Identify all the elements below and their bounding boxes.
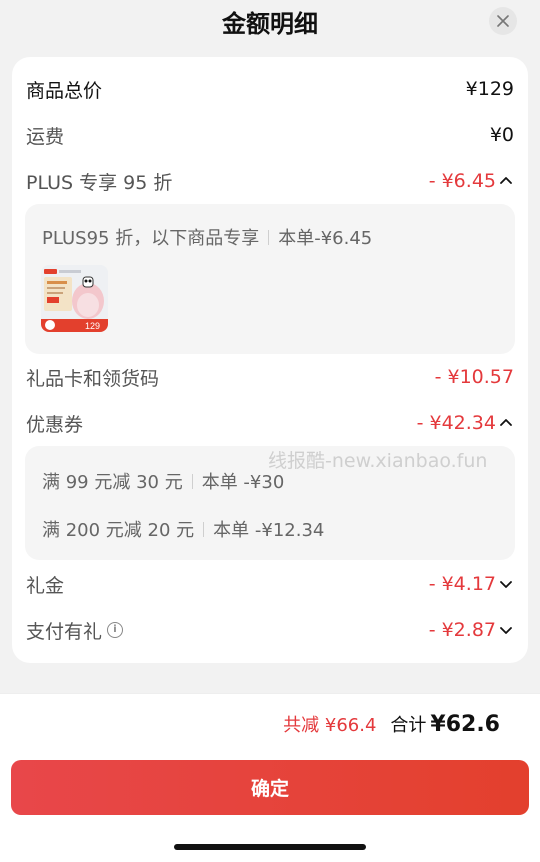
row-coupon[interactable]: 优惠券 - ¥42.34 — [26, 408, 514, 438]
coupon-rule: 满 99 元减 30 元 — [42, 472, 183, 493]
product-price-tag: 129 — [85, 321, 100, 331]
plus-detail-line: PLUS95 折，以下商品专享 本单-¥6.45 — [42, 224, 372, 250]
plus-discount-value: - ¥6.45 — [428, 170, 496, 192]
coupon-item: 满 99 元减 30 元 本单 -¥30 — [42, 468, 284, 494]
coupon-value: - ¥42.34 — [416, 412, 496, 434]
row-plus-discount[interactable]: PLUS 专享 95 折 - ¥6.45 — [26, 166, 514, 196]
divider — [203, 521, 205, 537]
pay-gift-label-wrap: 支付有礼 i — [26, 617, 124, 644]
info-icon[interactable]: i — [107, 622, 124, 638]
gift-card-label: 礼品卡和领货码 — [26, 367, 160, 390]
plus-detail-panel: PLUS95 折，以下商品专享 本单-¥6.45 129 — [25, 204, 515, 354]
product-thumbnail[interactable]: 129 — [41, 265, 108, 332]
chevron-up-icon[interactable] — [498, 415, 514, 431]
goods-total-label: 商品总价 — [26, 79, 103, 102]
chevron-down-icon[interactable] — [498, 622, 514, 638]
footer-bar: 共减 ¥66.4 合计 ¥62.6 确定 — [0, 693, 540, 862]
coupon-rule: 满 200 元减 20 元 — [42, 520, 195, 541]
close-icon — [497, 15, 509, 27]
total-label: 合计 — [390, 715, 427, 736]
home-indicator[interactable] — [174, 844, 366, 850]
divider — [191, 473, 193, 489]
goods-total-value: ¥129 — [465, 78, 514, 100]
cash-gift-value: - ¥4.17 — [428, 573, 496, 595]
coupon-label: 优惠券 — [26, 413, 84, 436]
watermark: 线报酷-new.xianbao.fun — [268, 450, 488, 472]
row-shipping: 运费 ¥0 — [26, 120, 514, 150]
summary: 共减 ¥66.4 合计 ¥62.6 — [283, 711, 500, 737]
plus-discount-label: PLUS 专享 95 折 — [26, 171, 173, 194]
cash-gift-value-wrap: - ¥4.17 — [429, 573, 514, 595]
divider — [268, 229, 270, 245]
coupon-value-wrap: - ¥42.34 — [417, 412, 514, 434]
pay-gift-label: 支付有礼 — [26, 620, 103, 643]
divider — [0, 693, 540, 694]
row-cash-gift[interactable]: 礼金 - ¥4.17 — [26, 569, 514, 599]
cash-gift-label: 礼金 — [26, 574, 65, 597]
pay-gift-value: - ¥2.87 — [428, 619, 496, 641]
plus-detail-desc: PLUS95 折，以下商品专享 — [42, 228, 260, 249]
shipping-label: 运费 — [26, 125, 65, 148]
amount-detail-card: 商品总价 ¥129 运费 ¥0 PLUS 专享 95 折 - ¥6.45 PLU… — [12, 57, 528, 663]
shipping-value: ¥0 — [489, 124, 514, 146]
row-pay-gift[interactable]: 支付有礼 i - ¥2.87 — [26, 615, 514, 645]
coupon-amount: 本单 -¥12.34 — [213, 520, 325, 541]
product-image: 129 — [41, 265, 108, 332]
plus-discount-value-wrap: - ¥6.45 — [429, 170, 514, 192]
plus-detail-amount: 本单-¥6.45 — [278, 228, 373, 249]
row-goods-total: 商品总价 ¥129 — [26, 74, 514, 104]
pay-gift-value-wrap: - ¥2.87 — [429, 619, 514, 641]
gift-card-value: - ¥10.57 — [434, 366, 514, 388]
coupon-item: 满 200 元减 20 元 本单 -¥12.34 — [42, 516, 324, 542]
close-button[interactable] — [489, 7, 517, 35]
total-value: ¥62.6 — [430, 712, 500, 737]
sheet-header: 金额明细 — [0, 0, 540, 46]
row-gift-card: 礼品卡和领货码 - ¥10.57 — [26, 362, 514, 392]
chevron-down-icon[interactable] — [498, 576, 514, 592]
confirm-button[interactable]: 确定 — [11, 760, 529, 815]
total-saved: 共减 ¥66.4 — [283, 715, 377, 736]
page-title: 金额明细 — [222, 10, 318, 38]
chevron-up-icon[interactable] — [498, 173, 514, 189]
